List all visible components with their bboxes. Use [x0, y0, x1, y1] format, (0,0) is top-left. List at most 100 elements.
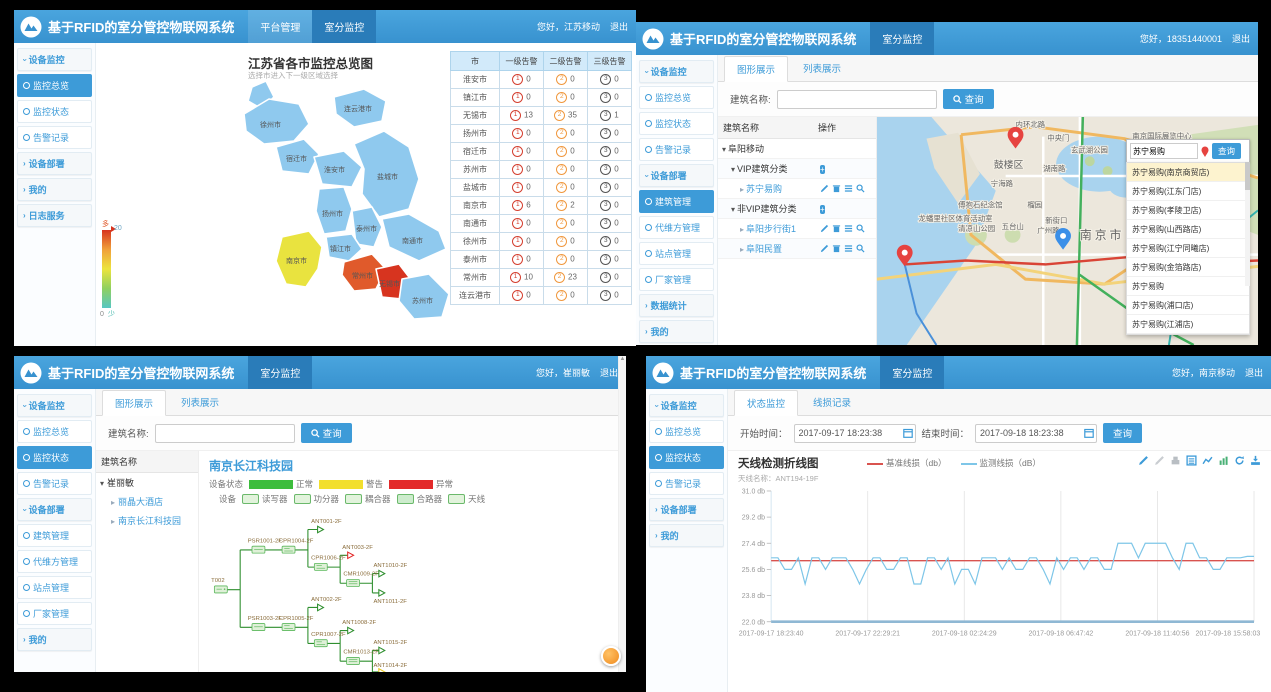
logout-link[interactable]: 退出: [1245, 366, 1263, 379]
sidebar-item[interactable]: › 告警记录: [639, 138, 714, 161]
antenna-node[interactable]: ANT1010-2F: [373, 563, 407, 577]
legend-monitor[interactable]: 监测线损（dB）: [961, 457, 1041, 469]
legend-baseline[interactable]: 基准线损（db）: [867, 457, 946, 469]
tree-row[interactable]: 非VIP建筑分类 +: [718, 199, 876, 219]
sidebar-item[interactable]: › 设备部署: [17, 152, 92, 175]
antenna-node[interactable]: ANT001-2F: [311, 519, 342, 533]
building-name-input[interactable]: [155, 424, 295, 443]
antenna-topology-diagram[interactable]: T002 PSR1001-2F CPR1004-2F ANT001-2: [209, 508, 626, 672]
line-loss-chart[interactable]: 31.0 db 29.2 db 27.4 db 25.6 db 23.8 db …: [738, 484, 1261, 650]
tree-expander-icon[interactable]: [722, 144, 726, 154]
list-icon[interactable]: [844, 244, 853, 253]
sidebar-item[interactable]: › 监控状态: [17, 446, 92, 469]
delete-icon[interactable]: [832, 224, 841, 233]
list-icon[interactable]: [844, 224, 853, 233]
tree-expander-icon[interactable]: [731, 204, 735, 214]
view-tab[interactable]: 图形展示: [102, 390, 166, 416]
nav-item[interactable]: 平台管理: [248, 10, 312, 43]
device-node-coupler[interactable]: CPR1004-2F: [279, 538, 314, 553]
tree-expander-icon[interactable]: [740, 184, 744, 194]
sidebar-item[interactable]: › 建筑管理: [17, 524, 92, 547]
sidebar-item[interactable]: › 设备部署: [17, 498, 92, 521]
nanjing-map[interactable]: 南京市 鼓楼区 玄武湖公园 南京国际展览中心 中央门 湖南路 宁海路 新街口 广…: [877, 117, 1258, 345]
edit-icon[interactable]: [820, 184, 829, 193]
device-node-splitter[interactable]: PSR1003-2F: [248, 616, 283, 631]
antenna-node[interactable]: ANT1008-2F: [342, 620, 376, 634]
delete-icon[interactable]: [832, 244, 841, 253]
search-icon[interactable]: [856, 184, 865, 193]
nav-item[interactable]: 室分监控: [248, 356, 312, 389]
sidebar-item[interactable]: › 我的: [639, 320, 714, 343]
store-result-item[interactable]: 苏宁易购(江宁同曦店): [1127, 239, 1249, 258]
sidebar-item[interactable]: › 我的: [649, 524, 724, 547]
city-region[interactable]: [399, 274, 449, 319]
logout-link[interactable]: 退出: [600, 366, 618, 379]
alarm-table-row[interactable]: 苏州市 10 20 30: [451, 161, 632, 179]
tree-expander-icon[interactable]: [740, 224, 744, 234]
store-result-item[interactable]: 苏宁易购(江浦店): [1127, 315, 1249, 334]
device-node-coupler[interactable]: CPR1005-2F: [279, 616, 314, 631]
save-image-icon[interactable]: [1250, 455, 1261, 466]
data-view-icon[interactable]: [1186, 455, 1197, 466]
tree-expander-icon[interactable]: [731, 164, 735, 174]
list-icon[interactable]: [844, 184, 853, 193]
edit-light-icon[interactable]: [1154, 455, 1165, 466]
building-name-input[interactable]: [777, 90, 937, 109]
map-search-input[interactable]: [1130, 143, 1198, 159]
store-result-item[interactable]: 苏宁易购: [1127, 277, 1249, 296]
refresh-icon[interactable]: [1234, 455, 1245, 466]
query-button[interactable]: 查询: [1103, 423, 1142, 443]
search-icon[interactable]: [856, 244, 865, 253]
antenna-node-alarm[interactable]: ANT003-2F: [342, 545, 373, 559]
bar-chart-icon[interactable]: [1218, 455, 1229, 466]
nav-item[interactable]: 室分监控: [880, 356, 944, 389]
view-tab[interactable]: 列表展示: [790, 55, 854, 81]
vertical-scrollbar[interactable]: ▲: [618, 356, 626, 672]
sidebar-item[interactable]: › 设备监控: [649, 394, 724, 417]
tree-row[interactable]: 阜阳移动 +: [718, 139, 876, 159]
map-search-button[interactable]: 查询: [1212, 143, 1241, 159]
query-button[interactable]: 查询: [943, 89, 994, 109]
sidebar-item[interactable]: › 设备监控: [17, 394, 92, 417]
alarm-table-row[interactable]: 盐城市 10 20 30: [451, 179, 632, 197]
tree-row[interactable]: 阜阳步行街1 +: [718, 219, 876, 239]
add-icon[interactable]: +: [820, 205, 825, 214]
add-icon[interactable]: +: [820, 165, 825, 174]
edit-icon[interactable]: [1138, 455, 1149, 466]
tree-expander-icon[interactable]: [740, 244, 744, 254]
antenna-node[interactable]: ANT1015-2F: [373, 640, 407, 654]
device-node-reader[interactable]: T002: [211, 578, 227, 593]
view-tab[interactable]: 图形展示: [724, 56, 788, 82]
antenna-node-warning[interactable]: ANT1014-2F: [373, 663, 407, 672]
antenna-node[interactable]: ANT002-2F: [311, 597, 342, 611]
tree-expander-icon[interactable]: [111, 497, 115, 507]
sidebar-item[interactable]: › 数据统计: [639, 294, 714, 317]
sidebar-item[interactable]: › 监控状态: [17, 100, 92, 123]
device-node-coupler[interactable]: CPR1006-2F: [311, 556, 346, 571]
store-result-item[interactable]: 苏宁易购(金箔路店): [1127, 258, 1249, 277]
antenna-node[interactable]: ANT1011-2F: [373, 590, 407, 605]
alarm-table-row[interactable]: 扬州市 10 20 30: [451, 125, 632, 143]
logout-link[interactable]: 退出: [610, 20, 628, 33]
sidebar-item[interactable]: › 日志服务: [17, 204, 92, 227]
alarm-table-row[interactable]: 徐州市 10 20 30: [451, 233, 632, 251]
device-node-combiner[interactable]: CMR1009-2F: [343, 572, 379, 587]
sidebar-item[interactable]: › 建筑管理: [639, 190, 714, 213]
sidebar-item[interactable]: › 站点管理: [17, 576, 92, 599]
clear-icon[interactable]: [1170, 455, 1181, 466]
alarm-table-row[interactable]: 宿迁市 10 20 30: [451, 143, 632, 161]
alarm-table-row[interactable]: 连云港市 10 20 30: [451, 287, 632, 305]
tree-expander-icon[interactable]: [111, 516, 115, 526]
nav-item[interactable]: 室分监控: [870, 22, 934, 55]
jiangsu-map[interactable]: 徐州市 连云港市 宿迁市 淮安市 盐城市 扬州市 泰州市 南通市 南京市 镇江市…: [214, 69, 464, 324]
start-time-input[interactable]: [794, 424, 916, 443]
sidebar-item[interactable]: › 厂家管理: [17, 602, 92, 625]
sidebar-item[interactable]: › 我的: [17, 178, 92, 201]
tree-node[interactable]: 崔丽敏: [96, 473, 198, 492]
sidebar-item[interactable]: › 监控总览: [639, 86, 714, 109]
sidebar-item[interactable]: › 告警记录: [17, 126, 92, 149]
floating-help-button[interactable]: [601, 646, 621, 666]
view-tab[interactable]: 状态监控: [734, 390, 798, 416]
store-result-item[interactable]: 苏宁易购(南京商贸店): [1127, 163, 1249, 182]
view-tab[interactable]: 列表展示: [168, 389, 232, 415]
